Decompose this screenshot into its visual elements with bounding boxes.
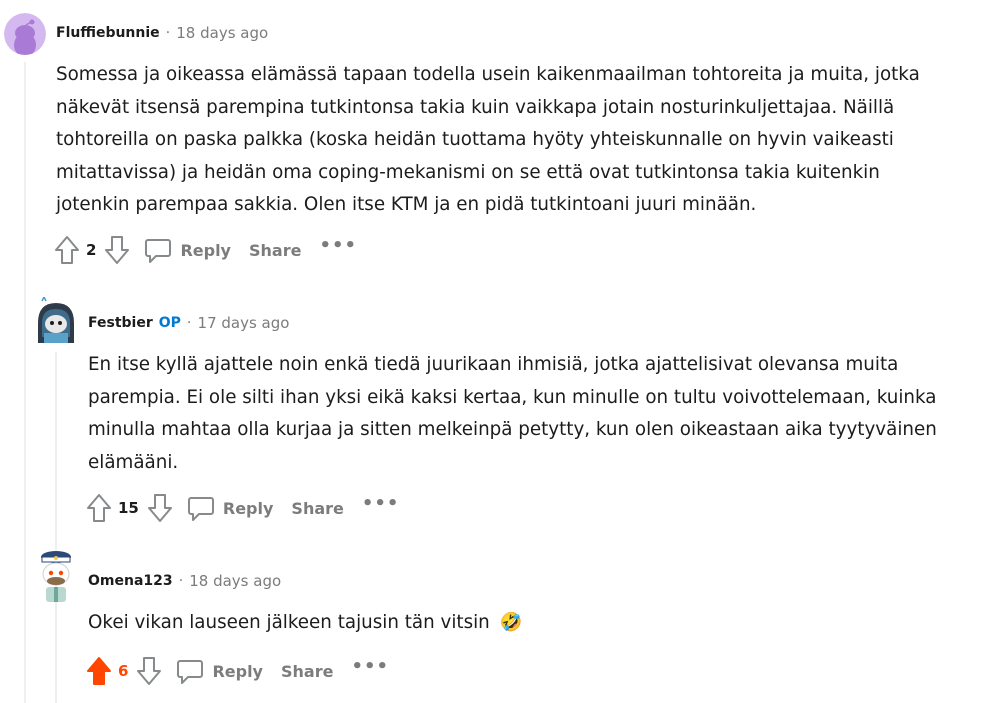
vote-score: 15 [118, 499, 139, 517]
more-options-button[interactable]: ••• [319, 237, 357, 259]
user-avatar[interactable] [4, 13, 46, 55]
comment-actions: 6 Reply Share ••• [84, 654, 389, 688]
comment-meta: Festbier OP · 17 days ago [88, 314, 289, 332]
more-options-button[interactable]: ••• [362, 495, 400, 517]
reply-button[interactable]: Reply [176, 657, 263, 685]
rofl-emoji-icon: 🤣 [499, 612, 523, 633]
thread-line-level-1[interactable] [24, 62, 26, 703]
reply-label: Reply [180, 240, 231, 260]
share-button[interactable]: Share [291, 499, 343, 518]
comment-bubble-icon [177, 660, 204, 684]
comment-body: Okei vikan lauseen jälkeen tajusin tän v… [88, 607, 958, 640]
user-avatar[interactable] [34, 295, 78, 343]
comment-actions: 15 Reply Share ••• [84, 491, 399, 525]
reply-button[interactable]: Reply [144, 236, 231, 264]
comment-meta: Omena123 · 18 days ago [88, 572, 281, 590]
snoo-avatar-hooded-icon [38, 295, 74, 343]
more-options-button[interactable]: ••• [351, 658, 389, 680]
comment-bubble-icon [145, 239, 172, 263]
vote-score: 6 [118, 662, 129, 680]
upvote-button[interactable] [84, 654, 114, 688]
upvote-arrow-filled-icon [87, 657, 111, 685]
snoo-avatar-purple-icon [4, 13, 46, 55]
user-avatar[interactable] [34, 549, 78, 604]
downvote-button[interactable] [102, 233, 132, 267]
share-button[interactable]: Share [281, 662, 333, 681]
comment-bubble-icon [187, 497, 214, 521]
snoo-avatar-captain-icon [41, 551, 71, 602]
downvote-arrow-icon [137, 657, 162, 685]
reply-label: Reply [212, 661, 263, 681]
reply-label: Reply [222, 498, 274, 518]
comment-timestamp[interactable]: 18 days ago [189, 572, 281, 590]
downvote-button[interactable] [134, 654, 164, 688]
share-button[interactable]: Share [249, 241, 301, 260]
author-name[interactable]: Fluffiebunnie [56, 25, 160, 41]
thread-line-level-2[interactable] [55, 352, 57, 703]
downvote-button[interactable] [145, 491, 175, 525]
comment-actions: 2 Reply Share ••• [52, 233, 357, 267]
op-badge: OP [158, 315, 181, 331]
upvote-arrow-icon [87, 494, 111, 522]
upvote-button[interactable] [84, 491, 114, 525]
downvote-arrow-icon [105, 236, 130, 264]
comment-text: Okei vikan lauseen jälkeen tajusin tän v… [88, 612, 490, 633]
reply-button[interactable]: Reply [187, 494, 274, 522]
separator-dot: · [178, 573, 184, 589]
comment-timestamp[interactable]: 18 days ago [176, 24, 268, 42]
author-name[interactable]: Festbier [88, 315, 153, 331]
upvote-arrow-icon [55, 236, 79, 264]
comment-meta: Fluffiebunnie · 18 days ago [56, 24, 268, 42]
comment-body: Somessa ja oikeassa elämässä tapaan tode… [56, 64, 920, 215]
comment-body: En itse kyllä ajattele noin enkä tiedä j… [88, 354, 937, 473]
separator-dot: · [165, 25, 171, 41]
comment-timestamp[interactable]: 17 days ago [198, 314, 290, 332]
separator-dot: · [186, 315, 192, 331]
vote-score: 2 [86, 241, 97, 259]
upvote-button[interactable] [52, 233, 82, 267]
author-name[interactable]: Omena123 [88, 573, 173, 589]
downvote-arrow-icon [147, 494, 172, 522]
